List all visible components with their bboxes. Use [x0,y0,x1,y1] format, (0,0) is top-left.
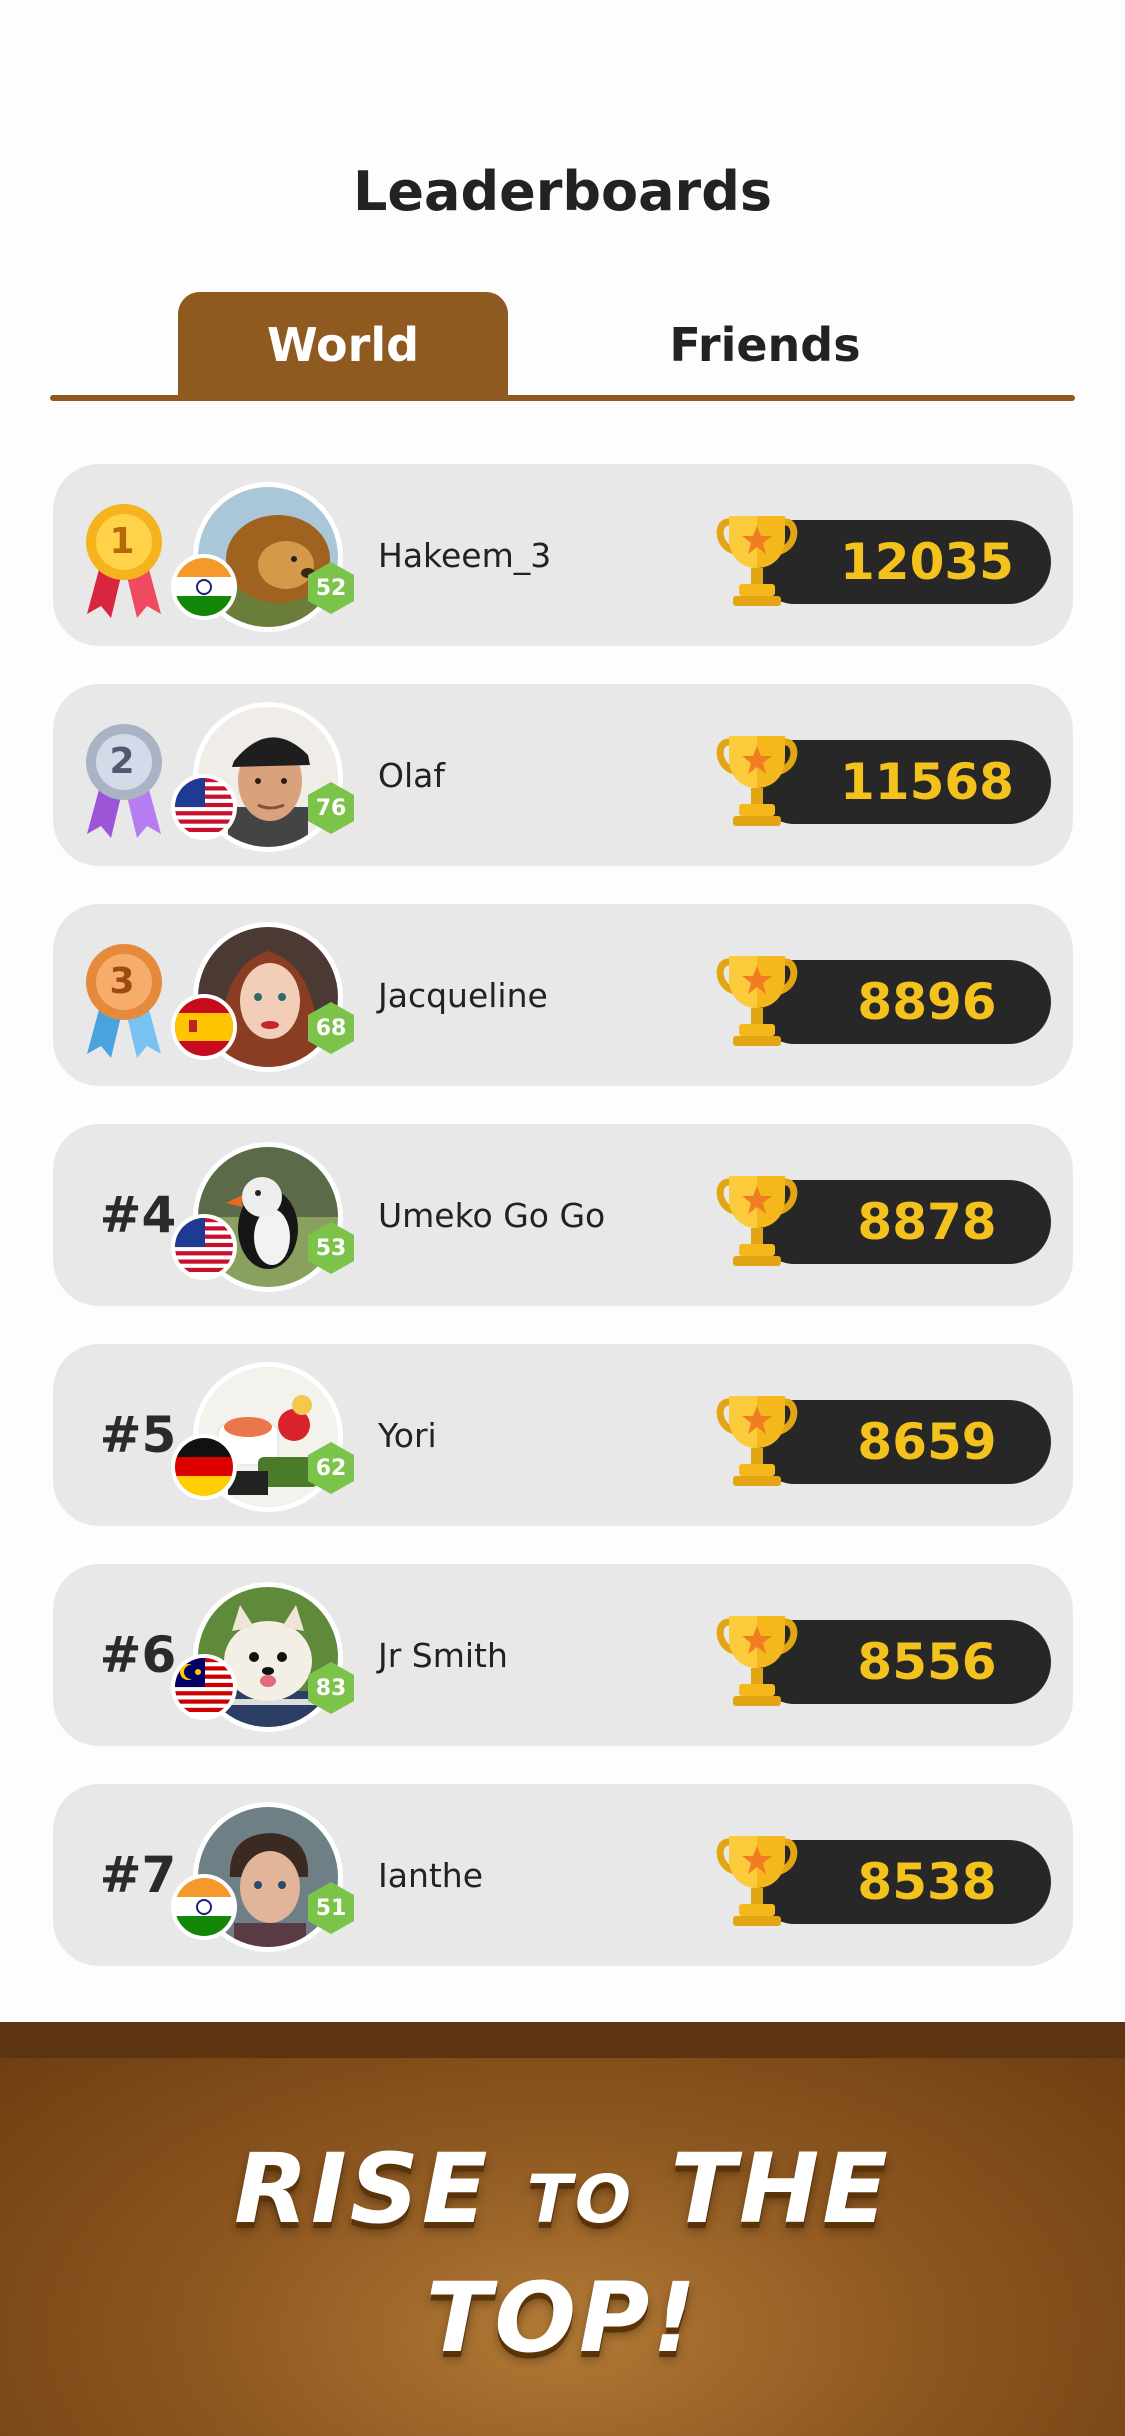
rank-number: #4 [99,1186,177,1244]
trophy-icon [716,1176,798,1266]
banner-word-to: TO [526,2161,635,2238]
level-badge: 53 [303,1220,359,1276]
rank-number: #7 [99,1846,177,1904]
level-number: 53 [315,1235,347,1261]
level-number: 51 [315,1895,347,1921]
leaderboard-row[interactable]: #7 51 Ianthe 8538 [53,1784,1073,1966]
leaderboard-row[interactable]: 3 68 Jacqueline 8896 [53,904,1073,1086]
tab-friends[interactable]: Friends [600,292,930,398]
player-avatar-group: 52 [171,482,354,632]
level-number: 62 [315,1455,347,1481]
player-avatar-group: 53 [171,1142,354,1292]
level-badge: 52 [303,560,359,616]
banner-word-rise: RISE [234,2133,527,2245]
player-name: Umeko Go Go [378,1195,606,1235]
level-number: 83 [315,1675,347,1701]
level-badge: 76 [303,780,359,836]
gold-medal-icon: 1 [81,502,167,622]
level-badge: 62 [303,1440,359,1496]
level-number: 76 [315,795,347,821]
country-flag-icon [171,1434,237,1500]
promo-banner: RISE TO THE TOP! [0,2022,1125,2436]
player-name: Ianthe [378,1855,484,1895]
bronze-medal-icon: 3 [81,942,167,1062]
rank-number: 3 [109,960,135,1002]
country-flag-icon [171,1654,237,1720]
trophy-icon [716,1616,798,1706]
country-flag-icon [171,554,237,620]
level-number: 52 [315,575,347,601]
player-name: Hakeem_3 [378,535,552,575]
banner-headline: RISE TO THE TOP! [0,2130,1125,2377]
player-avatar-group: 76 [171,702,354,852]
player-name: Olaf [378,755,445,795]
trophy-icon [716,1836,798,1926]
leaderboard-row[interactable]: #4 53 Umeko Go Go 8878 [53,1124,1073,1306]
player-avatar-group: 68 [171,922,354,1072]
trophy-icon [716,516,798,606]
leaderboard-row[interactable]: #5 62 Yori 8659 [53,1344,1073,1526]
country-flag-icon [171,774,237,840]
country-flag-icon [171,1214,237,1280]
player-name: Yori [378,1415,437,1455]
tab-underline [50,395,1075,401]
rank-number: 2 [109,740,135,782]
trophy-icon [716,956,798,1046]
tab-world[interactable]: World [178,292,508,398]
player-name: Jr Smith [378,1635,508,1675]
trophy-icon [716,1396,798,1486]
rank-number: 1 [109,520,135,562]
player-name: Jacqueline [378,975,548,1015]
banner-word-the: THE [634,2133,891,2245]
leaderboard-row[interactable]: 1 52 Hakeem_3 12035 [53,464,1073,646]
leaderboard-row[interactable]: 2 76 Olaf 11568 [53,684,1073,866]
player-avatar-group: 51 [171,1802,354,1952]
country-flag-icon [171,994,237,1060]
leaderboard-tabs: World Friends [50,292,1075,402]
page-title: Leaderboards [352,160,772,223]
level-badge: 51 [303,1880,359,1936]
rank-number: #6 [99,1626,177,1684]
level-badge: 68 [303,1000,359,1056]
leaderboard-list: 1 52 Hakeem_3 12035 2 76 Olaf 11568 3 68… [53,464,1073,2004]
player-avatar-group: 62 [171,1362,354,1512]
player-avatar-group: 83 [171,1582,354,1732]
rank-number: #5 [99,1406,177,1464]
banner-word-top: TOP! [425,2262,700,2374]
level-badge: 83 [303,1660,359,1716]
banner-edge [0,2022,1125,2058]
country-flag-icon [171,1874,237,1940]
silver-medal-icon: 2 [81,722,167,842]
trophy-icon [716,736,798,826]
level-number: 68 [315,1015,347,1041]
leaderboard-row[interactable]: #6 83 Jr Smith 8556 [53,1564,1073,1746]
